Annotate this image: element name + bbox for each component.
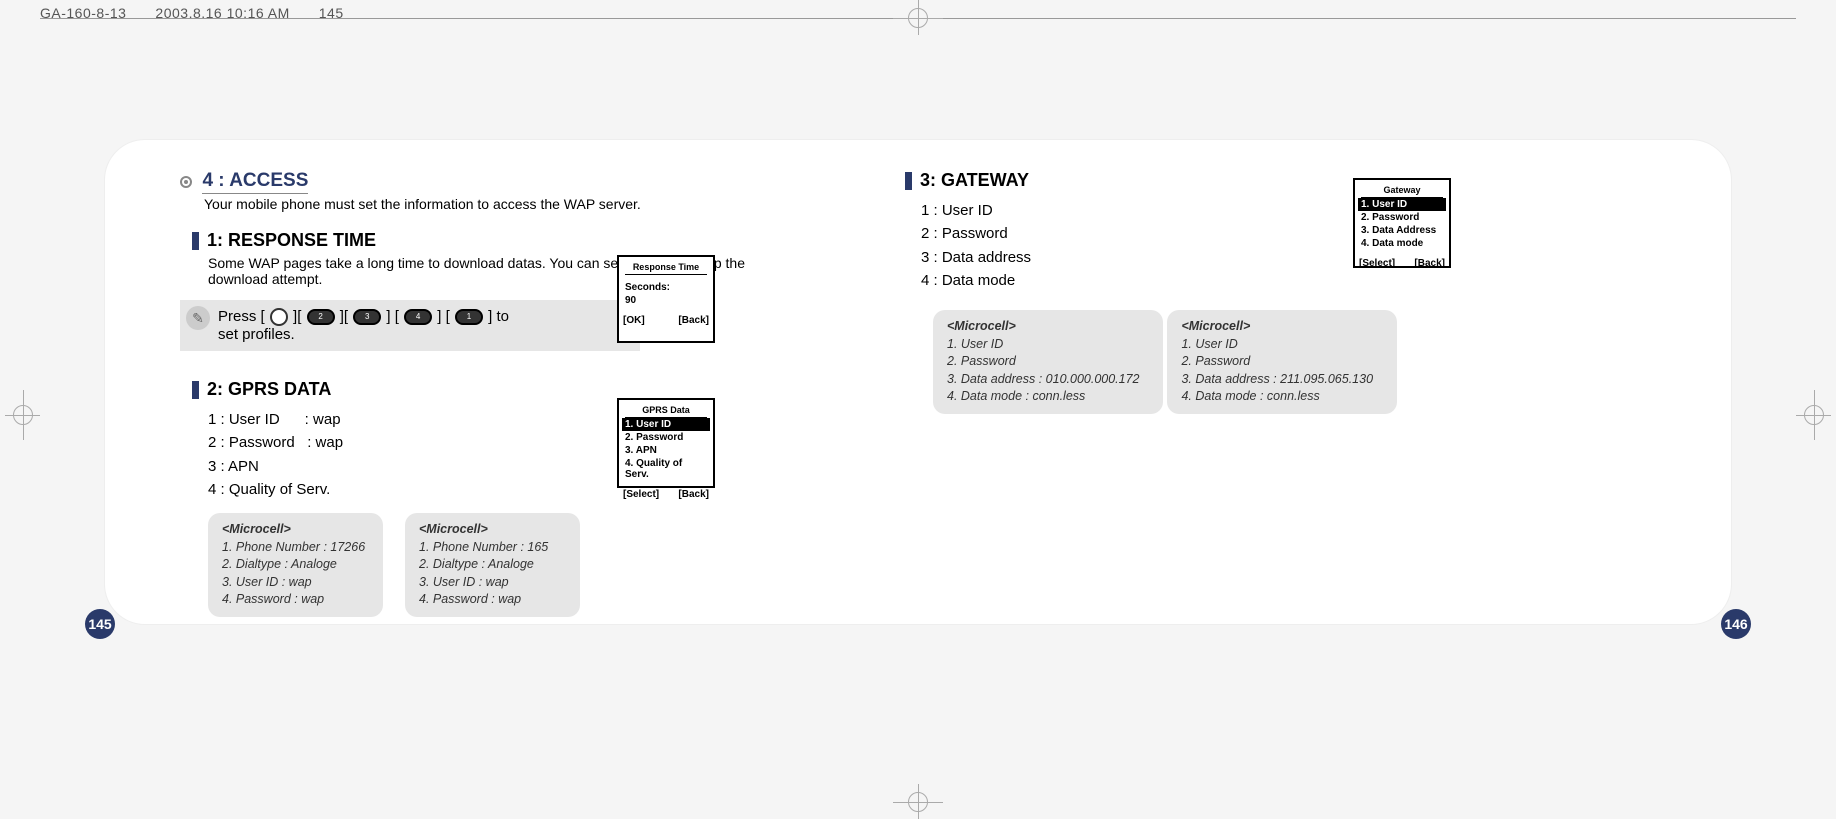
- softkey-ok[interactable]: [OK]: [623, 315, 645, 326]
- heading-bar-icon: [905, 172, 912, 190]
- tip-text-2: ][: [293, 308, 301, 325]
- screen-row-3[interactable]: 3. Data Address: [1355, 224, 1449, 237]
- gateway-item-3: 3 : Data address: [921, 246, 1545, 269]
- key-menu-icon: [270, 308, 288, 326]
- screen-row-4[interactable]: 4. Data mode: [1355, 237, 1449, 250]
- phone-screen-gateway: Gateway 1. User ID 2. Password 3. Data A…: [1353, 178, 1451, 268]
- tip-text-5: ] [: [437, 308, 450, 325]
- screen-title: GPRS Data: [625, 403, 707, 418]
- register-mark-right: [1796, 390, 1831, 440]
- profile-1-line-3: 3. User ID : wap: [222, 574, 369, 592]
- phone-screen-gprs-data: GPRS Data 1. User ID 2. Password 3. APN …: [617, 398, 715, 488]
- section-heading: 4 : ACCESS: [180, 170, 800, 194]
- profile-2-line-4: 4. Password : wap: [419, 591, 566, 609]
- gateway-label: 3: GATEWAY: [920, 170, 1029, 190]
- profile-2-line-2: 2. Dialtype : Analoge: [419, 556, 566, 574]
- gateway-item-4: 4 : Data mode: [921, 269, 1545, 292]
- page-number-right: 146: [1721, 609, 1751, 639]
- gw-profile-2-line-2: 2. Password: [1181, 353, 1383, 371]
- microcell-profile-card-1: <Microcell> 1. Phone Number : 17266 2. D…: [208, 513, 383, 617]
- profile-1-line-1: 1. Phone Number : 17266: [222, 539, 369, 557]
- left-page-content: 4 : ACCESS Your mobile phone must set th…: [180, 170, 800, 617]
- register-mark-left: [5, 390, 40, 440]
- gw-profile-1-line-3: 3. Data address : 010.000.000.172: [947, 371, 1149, 389]
- screen-row-value: 90: [619, 294, 713, 307]
- screen-row-2[interactable]: 2. Password: [619, 431, 713, 444]
- tip-text-6: ] to: [488, 308, 509, 325]
- screen-row-4[interactable]: 4. Quality of Serv.: [619, 457, 713, 481]
- heading-bar-icon: [192, 232, 199, 250]
- gw-profile-2-line-1: 1. User ID: [1181, 336, 1383, 354]
- softkey-back[interactable]: [Back]: [1414, 258, 1445, 269]
- screen-softkeys: [OK] [Back]: [619, 313, 713, 328]
- microcell-profile-card-2: <Microcell> 1. Phone Number : 165 2. Dia…: [405, 513, 580, 617]
- profile-2-line-3: 3. User ID : wap: [419, 574, 566, 592]
- gateway-profile-card-2: <Microcell> 1. User ID 2. Password 3. Da…: [1167, 310, 1397, 414]
- bullet-icon: [180, 176, 192, 188]
- screen-selected-row[interactable]: 1. User ID: [1358, 198, 1446, 211]
- profile-1-line-2: 2. Dialtype : Analoge: [222, 556, 369, 574]
- gprs-data-heading: 2: GPRS DATA: [192, 379, 800, 400]
- access-description: Your mobile phone must set the informati…: [204, 196, 800, 214]
- screen-title: Response Time: [625, 260, 707, 275]
- gw-profile-1-line-2: 2. Password: [947, 353, 1149, 371]
- softkey-select[interactable]: [Select]: [623, 489, 659, 500]
- gprs-data-label: 2: GPRS DATA: [207, 379, 331, 399]
- tip-text-3: ][: [340, 308, 348, 325]
- heading-bar-icon: [192, 381, 199, 399]
- gateway-item-1: 1 : User ID: [921, 199, 1545, 222]
- screen-row-seconds: Seconds:: [619, 281, 713, 294]
- tip-text-4: ] [: [386, 308, 399, 325]
- key-2-icon: 2: [307, 309, 335, 325]
- gw-profile-2-line-4: 4. Data mode : conn.less: [1181, 388, 1383, 406]
- screen-selected-row[interactable]: 1. User ID: [622, 418, 710, 431]
- access-title: 4 : ACCESS: [202, 170, 308, 194]
- page-spread: 4 : ACCESS Your mobile phone must set th…: [105, 140, 1731, 624]
- gw-profile-1-line-1: 1. User ID: [947, 336, 1149, 354]
- screen-softkeys: [Select] [Back]: [619, 487, 713, 502]
- softkey-back[interactable]: [Back]: [678, 489, 709, 500]
- gw-profile-2-title: <Microcell>: [1181, 318, 1383, 336]
- response-time-heading: 1: RESPONSE TIME: [192, 230, 800, 251]
- softkey-select[interactable]: [Select]: [1359, 258, 1395, 269]
- key-3-icon: 3: [353, 309, 381, 325]
- phone-screen-response-time: Response Time Seconds: 90 [OK] [Back]: [617, 255, 715, 343]
- softkey-back[interactable]: [Back]: [678, 315, 709, 326]
- response-time-label: 1: RESPONSE TIME: [207, 230, 376, 250]
- profile-cards-row: <Microcell> 1. Phone Number : 17266 2. D…: [208, 501, 800, 617]
- profile-2-line-1: 1. Phone Number : 165: [419, 539, 566, 557]
- key-1-icon: 1: [455, 309, 483, 325]
- gw-profile-1-line-4: 4. Data mode : conn.less: [947, 388, 1149, 406]
- profile-1-title: <Microcell>: [222, 521, 369, 539]
- profile-1-line-4: 4. Password : wap: [222, 591, 369, 609]
- tip-box: ✎ Press [ ][ 2 ][ 3 ] [ 4 ] [ 1 ] to set…: [180, 300, 640, 351]
- tip-text-1: Press [: [218, 308, 265, 325]
- gw-profile-1-title: <Microcell>: [947, 318, 1149, 336]
- profile-2-title: <Microcell>: [419, 521, 566, 539]
- register-mark-bottom: [893, 784, 943, 819]
- gw-profile-2-line-3: 3. Data address : 211.095.065.130: [1181, 371, 1383, 389]
- screen-row-3[interactable]: 3. APN: [619, 444, 713, 457]
- screen-softkeys: [Select] [Back]: [1355, 256, 1449, 271]
- key-4-icon: 4: [404, 309, 432, 325]
- tip-icon: ✎: [186, 306, 210, 330]
- gateway-item-2: 2 : Password: [921, 222, 1545, 245]
- page-number-left: 145: [85, 609, 115, 639]
- gateway-profile-cards: <Microcell> 1. User ID 2. Password 3. Da…: [933, 292, 1545, 414]
- gateway-profile-card-1: <Microcell> 1. User ID 2. Password 3. Da…: [933, 310, 1163, 414]
- screen-row-2[interactable]: 2. Password: [1355, 211, 1449, 224]
- screen-title: Gateway: [1361, 183, 1443, 198]
- gateway-items-list: 1 : User ID 2 : Password 3 : Data addres…: [921, 199, 1545, 292]
- register-mark-top: [893, 0, 943, 35]
- tip-text-line2: set profiles.: [218, 326, 628, 343]
